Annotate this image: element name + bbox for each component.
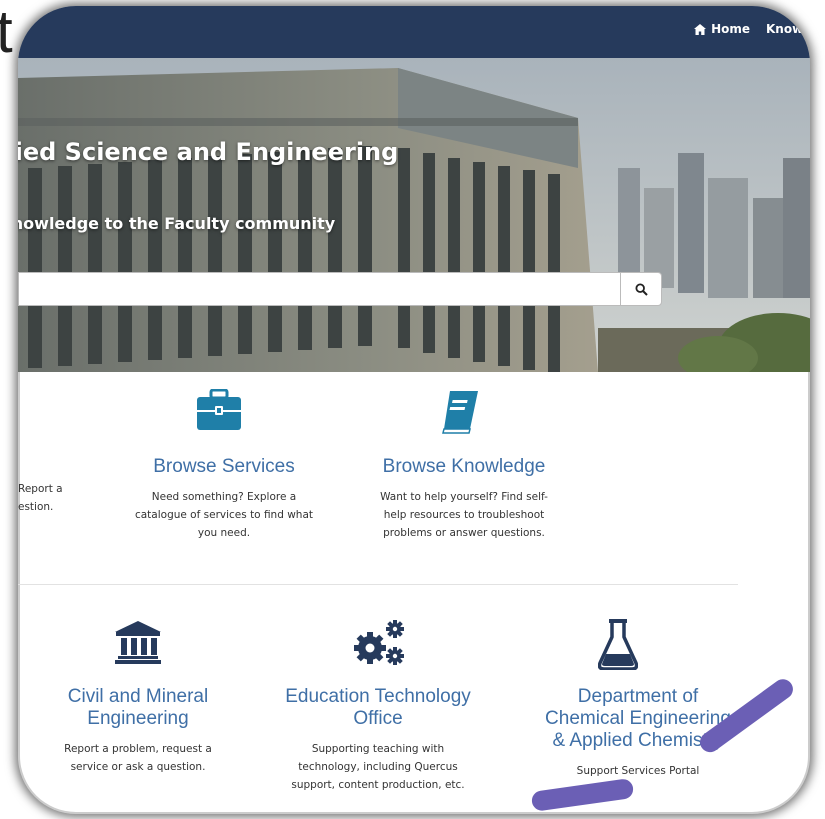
hero-subtitle: Bringing services and knowledge to the F…	[18, 214, 336, 233]
desc-line: you need.	[197, 527, 251, 539]
desc-line: Need something? Explore a	[151, 491, 297, 503]
section-divider	[18, 584, 738, 585]
institution-icon	[114, 620, 162, 668]
search-input[interactable]	[18, 272, 620, 306]
title-line: Office	[353, 708, 403, 729]
desc-line: technology, including Quercus	[298, 761, 458, 773]
top-navbar: Home Knowledge	[18, 6, 810, 58]
civil-mineral-title: Civil and Mineral Engineering	[38, 686, 238, 730]
gears-icon	[350, 618, 408, 672]
flask-icon	[597, 618, 639, 674]
education-technology-desc: Supporting teaching with technology, inc…	[268, 740, 488, 794]
stray-letter: t	[0, 0, 13, 65]
education-technology-title: Education Technology Office	[268, 686, 488, 730]
title-line: Engineering	[87, 708, 189, 729]
browse-knowledge-desc: Want to help yourself? Find self- help r…	[354, 488, 574, 542]
desc-line: Report a problem, request a	[64, 743, 212, 755]
civil-mineral-desc: Report a problem, request a service or a…	[38, 740, 238, 776]
title-line: Department of	[577, 686, 699, 707]
browse-knowledge-title: Browse Knowledge	[382, 456, 546, 477]
tile-partial-left-desc: Report a estion.	[18, 480, 88, 516]
hero-title: Faculty of Applied Science and Engineeri…	[18, 138, 399, 166]
tile-partial-left[interactable]: Report a estion.	[18, 480, 88, 516]
desc-line: Want to help yourself? Find self-	[380, 491, 548, 503]
desc-line: Support Services Portal	[576, 765, 700, 777]
screenshot-frame: Home Knowledge	[18, 6, 810, 814]
desc-line: catalogue of services to find what	[134, 509, 314, 521]
desc-line: Supporting teaching with	[311, 743, 445, 755]
briefcase-icon	[196, 388, 242, 435]
browse-services-desc: Need something? Explore a catalogue of s…	[114, 488, 334, 542]
desc-line: support, content production, etc.	[291, 779, 465, 791]
desc-line: help resources to troubleshoot	[383, 509, 545, 521]
nav-knowledge[interactable]: Knowledge	[766, 22, 810, 36]
tile-browse-knowledge[interactable]: Browse Knowledge Want to help yourself? …	[354, 456, 574, 542]
chemical-engineering-desc: Support Services Portal	[528, 762, 748, 780]
hero-banner: Faculty of Applied Science and Engineeri…	[18, 58, 810, 372]
book-icon	[440, 389, 480, 439]
tile-education-technology[interactable]: Education Technology Office Supporting t…	[268, 686, 488, 794]
tile-civil-mineral[interactable]: Civil and Mineral Engineering Report a p…	[38, 686, 238, 776]
search-bar	[18, 272, 662, 306]
title-line: Education Technology	[285, 686, 471, 707]
desc-line: Report a	[18, 483, 63, 495]
home-icon	[694, 23, 707, 35]
nav-home[interactable]: Home	[694, 22, 750, 36]
browse-services-title: Browse Services	[153, 456, 295, 477]
tile-browse-services[interactable]: Browse Services Need something? Explore …	[114, 456, 334, 542]
nav-knowledge-label: Knowledge	[766, 22, 810, 36]
nav-home-label: Home	[711, 22, 750, 36]
top-nav: Home Knowledge	[694, 22, 810, 36]
desc-line: service or ask a question.	[70, 761, 206, 773]
desc-line: problems or answer questions.	[383, 527, 545, 539]
title-line: Civil and Mineral	[67, 686, 209, 707]
desc-line: estion.	[18, 501, 54, 513]
search-button[interactable]	[620, 272, 662, 306]
search-icon	[634, 282, 648, 296]
